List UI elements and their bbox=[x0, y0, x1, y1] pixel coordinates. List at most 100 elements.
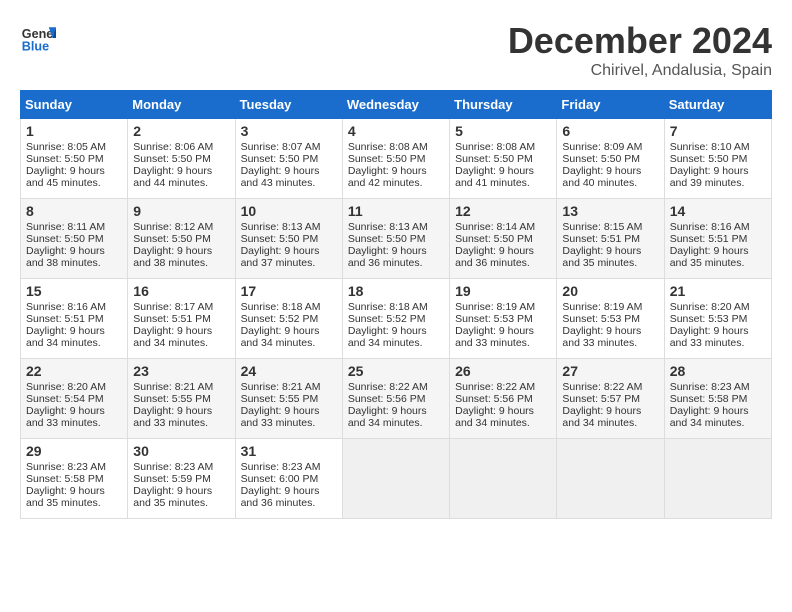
sunset-text: Sunset: 5:50 PM bbox=[670, 153, 748, 165]
sunrise-text: Sunrise: 8:18 AM bbox=[348, 301, 428, 313]
day-number: 12 bbox=[455, 203, 551, 219]
day-number: 16 bbox=[133, 283, 229, 299]
sunrise-text: Sunrise: 8:11 AM bbox=[26, 221, 105, 233]
sunset-text: Sunset: 5:52 PM bbox=[241, 313, 319, 325]
sunrise-text: Sunrise: 8:20 AM bbox=[26, 381, 106, 393]
daylight-text: Daylight: 9 hours and 35 minutes. bbox=[133, 485, 212, 509]
daylight-text: Daylight: 9 hours and 44 minutes. bbox=[133, 165, 212, 189]
sunset-text: Sunset: 5:59 PM bbox=[133, 473, 211, 485]
daylight-text: Daylight: 9 hours and 40 minutes. bbox=[562, 165, 641, 189]
svg-text:Blue: Blue bbox=[22, 40, 49, 54]
sunset-text: Sunset: 5:55 PM bbox=[133, 393, 211, 405]
daylight-text: Daylight: 9 hours and 33 minutes. bbox=[455, 325, 534, 349]
sunrise-text: Sunrise: 8:08 AM bbox=[455, 141, 535, 153]
sunrise-text: Sunrise: 8:16 AM bbox=[670, 221, 750, 233]
daylight-text: Daylight: 9 hours and 34 minutes. bbox=[562, 405, 641, 429]
daylight-text: Daylight: 9 hours and 33 minutes. bbox=[562, 325, 641, 349]
sunrise-text: Sunrise: 8:17 AM bbox=[133, 301, 213, 313]
day-cell-26: 26Sunrise: 8:22 AMSunset: 5:56 PMDayligh… bbox=[450, 359, 557, 439]
day-cell-20: 20Sunrise: 8:19 AMSunset: 5:53 PMDayligh… bbox=[557, 279, 664, 359]
sunset-text: Sunset: 5:51 PM bbox=[670, 233, 748, 245]
week-row-3: 15Sunrise: 8:16 AMSunset: 5:51 PMDayligh… bbox=[21, 279, 772, 359]
day-number: 28 bbox=[670, 363, 766, 379]
day-number: 19 bbox=[455, 283, 551, 299]
sunset-text: Sunset: 5:58 PM bbox=[670, 393, 748, 405]
day-header-thursday: Thursday bbox=[450, 91, 557, 119]
day-number: 27 bbox=[562, 363, 658, 379]
sunrise-text: Sunrise: 8:12 AM bbox=[133, 221, 213, 233]
sunset-text: Sunset: 5:50 PM bbox=[26, 153, 104, 165]
sunrise-text: Sunrise: 8:22 AM bbox=[562, 381, 642, 393]
day-cell-2: 2Sunrise: 8:06 AMSunset: 5:50 PMDaylight… bbox=[128, 119, 235, 199]
day-number: 9 bbox=[133, 203, 229, 219]
sunrise-text: Sunrise: 8:14 AM bbox=[455, 221, 535, 233]
day-number: 1 bbox=[26, 123, 122, 139]
daylight-text: Daylight: 9 hours and 35 minutes. bbox=[670, 245, 749, 269]
day-cell-13: 13 Sunrise: 8:15 AMSunset: 5:51 PMDayligh… bbox=[557, 199, 664, 279]
empty-cell bbox=[664, 439, 771, 519]
day-cell-30: 30Sunrise: 8:23 AMSunset: 5:59 PMDayligh… bbox=[128, 439, 235, 519]
sunset-text: Sunset: 5:50 PM bbox=[455, 153, 533, 165]
day-header-saturday: Saturday bbox=[664, 91, 771, 119]
day-cell-11: 11Sunrise: 8:13 AMSunset: 5:50 PMDayligh… bbox=[342, 199, 449, 279]
sunset-text: Sunset: 5:50 PM bbox=[241, 153, 319, 165]
day-cell-28: 28Sunrise: 8:23 AMSunset: 5:58 PMDayligh… bbox=[664, 359, 771, 439]
day-number: 30 bbox=[133, 443, 229, 459]
sunrise-text: Sunrise: 8:23 AM bbox=[670, 381, 750, 393]
day-cell-24: 24Sunrise: 8:21 AMSunset: 5:55 PMDayligh… bbox=[235, 359, 342, 439]
daylight-text: Daylight: 9 hours and 34 minutes. bbox=[26, 325, 105, 349]
day-number: 15 bbox=[26, 283, 122, 299]
day-header-wednesday: Wednesday bbox=[342, 91, 449, 119]
day-header-friday: Friday bbox=[557, 91, 664, 119]
sunrise-text: Sunrise: 8:10 AM bbox=[670, 141, 750, 153]
sunrise-text: Sunrise: 8:19 AM bbox=[455, 301, 535, 313]
daylight-text: Daylight: 9 hours and 37 minutes. bbox=[241, 245, 320, 269]
daylight-text: Daylight: 9 hours and 36 minutes. bbox=[241, 485, 320, 509]
sunrise-text: Sunrise: 8:13 AM bbox=[241, 221, 321, 233]
sunrise-text: Sunrise: 8:15 AM bbox=[562, 221, 642, 233]
day-number: 31 bbox=[241, 443, 337, 459]
sunset-text: Sunset: 5:57 PM bbox=[562, 393, 640, 405]
day-number: 10 bbox=[241, 203, 337, 219]
week-row-1: 1Sunrise: 8:05 AMSunset: 5:50 PMDaylight… bbox=[21, 119, 772, 199]
sunset-text: Sunset: 5:50 PM bbox=[348, 153, 426, 165]
daylight-text: Daylight: 9 hours and 34 minutes. bbox=[348, 405, 427, 429]
day-number: 24 bbox=[241, 363, 337, 379]
sunrise-text: Sunrise: 8:08 AM bbox=[348, 141, 428, 153]
sunset-text: Sunset: 5:51 PM bbox=[562, 233, 640, 245]
daylight-text: Daylight: 9 hours and 34 minutes. bbox=[133, 325, 212, 349]
sunrise-text: Sunrise: 8:22 AM bbox=[455, 381, 535, 393]
day-number: 13 bbox=[562, 203, 658, 219]
day-number: 6 bbox=[562, 123, 658, 139]
day-number: 2 bbox=[133, 123, 229, 139]
daylight-text: Daylight: 9 hours and 35 minutes. bbox=[562, 245, 641, 269]
day-number: 17 bbox=[241, 283, 337, 299]
day-number: 7 bbox=[670, 123, 766, 139]
day-cell-10: 10Sunrise: 8:13 AMSunset: 5:50 PMDayligh… bbox=[235, 199, 342, 279]
week-row-5: 29Sunrise: 8:23 AMSunset: 5:58 PMDayligh… bbox=[21, 439, 772, 519]
sunrise-text: Sunrise: 8:09 AM bbox=[562, 141, 642, 153]
day-number: 8 bbox=[26, 203, 122, 219]
day-cell-23: 23Sunrise: 8:21 AMSunset: 5:55 PMDayligh… bbox=[128, 359, 235, 439]
sunrise-text: Sunrise: 8:07 AM bbox=[241, 141, 321, 153]
daylight-text: Daylight: 9 hours and 41 minutes. bbox=[455, 165, 534, 189]
day-header-monday: Monday bbox=[128, 91, 235, 119]
day-cell-22: 22Sunrise: 8:20 AMSunset: 5:54 PMDayligh… bbox=[21, 359, 128, 439]
sunrise-text: Sunrise: 8:19 AM bbox=[562, 301, 642, 313]
daylight-text: Daylight: 9 hours and 36 minutes. bbox=[455, 245, 534, 269]
daylight-text: Daylight: 9 hours and 33 minutes. bbox=[670, 325, 749, 349]
sunset-text: Sunset: 5:54 PM bbox=[26, 393, 104, 405]
sunset-text: Sunset: 5:50 PM bbox=[562, 153, 640, 165]
logo: General Blue bbox=[20, 20, 56, 56]
location-title: Chirivel, Andalusia, Spain bbox=[508, 62, 772, 80]
day-number: 3 bbox=[241, 123, 337, 139]
sunset-text: Sunset: 5:53 PM bbox=[455, 313, 533, 325]
sunset-text: Sunset: 5:50 PM bbox=[348, 233, 426, 245]
daylight-text: Daylight: 9 hours and 35 minutes. bbox=[26, 485, 105, 509]
sunset-text: Sunset: 5:56 PM bbox=[455, 393, 533, 405]
day-number: 29 bbox=[26, 443, 122, 459]
daylight-text: Daylight: 9 hours and 34 minutes. bbox=[455, 405, 534, 429]
day-cell-6: 6 Sunrise: 8:09 AMSunset: 5:50 PMDaylight… bbox=[557, 119, 664, 199]
daylight-text: Daylight: 9 hours and 36 minutes. bbox=[348, 245, 427, 269]
day-number: 5 bbox=[455, 123, 551, 139]
